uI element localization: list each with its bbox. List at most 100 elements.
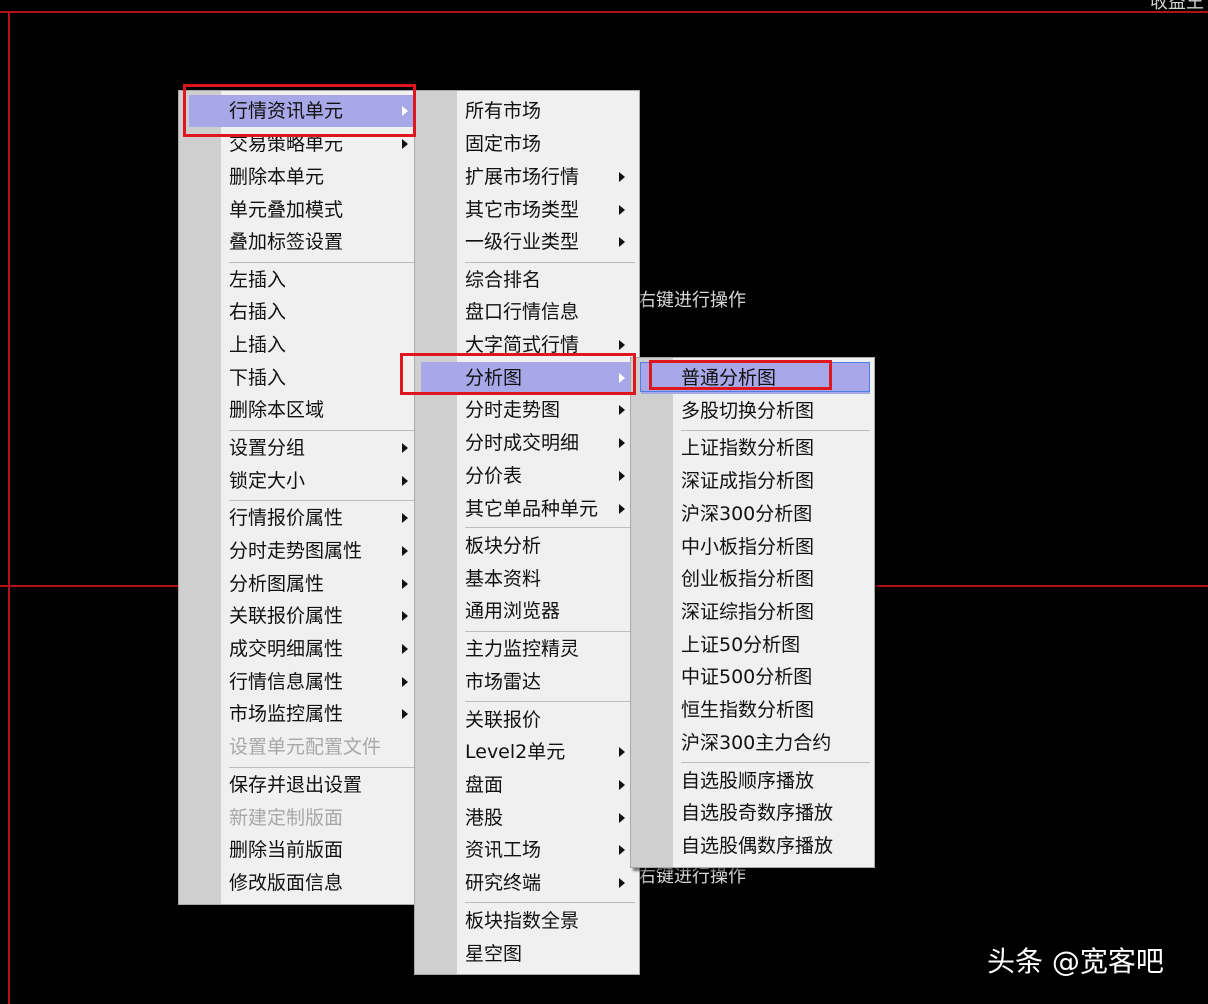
corner-label: 收益王 bbox=[1150, 0, 1204, 13]
menu-item-label: 盘口行情信息 bbox=[465, 301, 580, 323]
menu-item[interactable]: 固定市场 bbox=[415, 128, 639, 160]
submenu-analysis-chart: 普通分析图 多股切换分析图 上证指数分析图 深证成指分析图 沪深300分析图 中小板指分析… bbox=[630, 357, 875, 868]
menu-item[interactable]: 创业板指分析图 bbox=[631, 563, 874, 595]
menu-item[interactable]: 删除本区域 bbox=[179, 394, 422, 426]
menu-item[interactable]: 分时走势图 bbox=[415, 394, 639, 426]
menu-item[interactable]: 其它市场类型 bbox=[415, 194, 639, 226]
menu-item-label: 中证500分析图 bbox=[681, 666, 813, 688]
submenu-arrow-icon bbox=[619, 405, 625, 415]
grid-line-left bbox=[8, 11, 10, 1004]
menu-item[interactable]: 行情信息属性 bbox=[179, 666, 422, 698]
menu-item[interactable]: 删除当前版面 bbox=[179, 834, 422, 866]
menu-item[interactable]: 恒生指数分析图 bbox=[631, 694, 874, 726]
menu-item[interactable]: 深证综指分析图 bbox=[631, 596, 874, 628]
menu-item[interactable]: 一级行业类型 bbox=[415, 226, 639, 258]
menu-item-label: 分时成交明细 bbox=[465, 432, 580, 454]
menu-item[interactable]: 星空图 bbox=[415, 938, 639, 970]
menu-item[interactable]: 深证成指分析图 bbox=[631, 465, 874, 497]
menu-item[interactable]: 其它单品种单元 bbox=[415, 493, 639, 525]
menu-item[interactable]: 综合排名 bbox=[415, 264, 639, 296]
menu-item[interactable]: 分析图属性 bbox=[179, 568, 422, 600]
submenu-arrow-icon bbox=[402, 611, 408, 621]
menu-item[interactable]: 自选股顺序播放 bbox=[631, 765, 874, 797]
menu-item[interactable]: 通用浏览器 bbox=[415, 595, 639, 627]
menu-item[interactable]: 基本资料 bbox=[415, 563, 639, 595]
menu-item[interactable]: 锁定大小 bbox=[179, 465, 422, 497]
menu-item-label: 板块指数全景 bbox=[465, 910, 580, 932]
menu-item-label: 其它市场类型 bbox=[465, 199, 580, 221]
menu-item-label: 港股 bbox=[465, 807, 504, 829]
menu-item[interactable]: 删除本单元 bbox=[179, 161, 422, 193]
menu-item[interactable]: Level2单元 bbox=[415, 736, 639, 768]
menu-item[interactable]: 右插入 bbox=[179, 296, 422, 328]
menu-item[interactable]: 保存并退出设置 bbox=[179, 769, 422, 801]
menu-item-label: 资讯工场 bbox=[465, 839, 542, 861]
submenu-arrow-icon bbox=[619, 504, 625, 514]
menu-item-label: 分时走势图属性 bbox=[229, 540, 363, 562]
menu-item-label: 星空图 bbox=[465, 943, 523, 965]
menu-item[interactable]: 设置分组 bbox=[179, 432, 422, 464]
menu-item-label: 保存并退出设置 bbox=[229, 774, 363, 796]
menu-separator bbox=[465, 631, 635, 632]
menu-item-label: 删除本区域 bbox=[229, 399, 325, 421]
menu-item[interactable]: 多股切换分析图 bbox=[631, 395, 874, 427]
menu-item[interactable]: 上证50分析图 bbox=[631, 629, 874, 661]
menu-item[interactable]: 自选股偶数序播放 bbox=[631, 830, 874, 862]
menu-item-label: 自选股奇数序播放 bbox=[681, 802, 834, 824]
menu-item[interactable]: 行情报价属性 bbox=[179, 502, 422, 534]
menu-item[interactable]: 港股 bbox=[415, 802, 639, 834]
menu-item[interactable]: 板块分析 bbox=[415, 530, 639, 562]
menu-item[interactable]: 关联报价 bbox=[415, 704, 639, 736]
menu-item[interactable]: 研究终端 bbox=[415, 867, 639, 899]
menu-item[interactable]: 上证指数分析图 bbox=[631, 432, 874, 464]
menu-item[interactable]: 市场监控属性 bbox=[179, 698, 422, 730]
menu-item[interactable]: 上插入 bbox=[179, 329, 422, 361]
menu-item[interactable]: 自选股奇数序播放 bbox=[631, 797, 874, 829]
menu-item-label: 行情报价属性 bbox=[229, 507, 344, 529]
menu-item[interactable]: 扩展市场行情 bbox=[415, 161, 639, 193]
menu-item-label: 深证综指分析图 bbox=[681, 601, 815, 623]
menu-item[interactable]: 盘口行情信息 bbox=[415, 296, 639, 328]
submenu-arrow-icon bbox=[619, 878, 625, 888]
menu-item[interactable]: 分价表 bbox=[415, 460, 639, 492]
menu-item-label: 删除当前版面 bbox=[229, 839, 344, 861]
menu-item-label: 创业板指分析图 bbox=[681, 568, 815, 590]
menu-item[interactable]: 沪深300分析图 bbox=[631, 498, 874, 530]
menu-item[interactable]: 左插入 bbox=[179, 264, 422, 296]
menu-item-label: 上证指数分析图 bbox=[681, 437, 815, 459]
menu-item[interactable]: 单元叠加模式 bbox=[179, 194, 422, 226]
menu-item[interactable]: 资讯工场 bbox=[415, 834, 639, 866]
menu-item[interactable]: 中证500分析图 bbox=[631, 661, 874, 693]
menu-item[interactable]: 中小板指分析图 bbox=[631, 531, 874, 563]
menu-item[interactable]: 分时走势图属性 bbox=[179, 535, 422, 567]
submenu-arrow-icon bbox=[619, 471, 625, 481]
menu-item[interactable]: 下插入 bbox=[179, 362, 422, 394]
menu-item[interactable]: 叠加标签设置 bbox=[179, 226, 422, 258]
submenu-arrow-icon bbox=[619, 172, 625, 182]
menu-item[interactable]: 市场雷达 bbox=[415, 666, 639, 698]
menu-item-label: 设置单元配置文件 bbox=[229, 736, 382, 758]
menu-item-label: 所有市场 bbox=[465, 100, 542, 122]
menu-item-label: 关联报价属性 bbox=[229, 605, 344, 627]
menu-item[interactable]: 修改版面信息 bbox=[179, 867, 422, 899]
menu-item-label: 新建定制版面 bbox=[229, 807, 344, 829]
menu-item-label: 设置分组 bbox=[229, 437, 306, 459]
menu-item[interactable]: 设置单元配置文件 bbox=[179, 731, 422, 763]
menu-item[interactable]: 关联报价属性 bbox=[179, 600, 422, 632]
submenu-arrow-icon bbox=[619, 340, 625, 350]
submenu-arrow-icon bbox=[402, 709, 408, 719]
menu-item-label: 下插入 bbox=[229, 367, 287, 389]
menu-item[interactable]: 主力监控精灵 bbox=[415, 633, 639, 665]
menu-separator bbox=[229, 430, 418, 431]
menu-item[interactable]: 盘面 bbox=[415, 769, 639, 801]
menu-item[interactable]: 分时成交明细 bbox=[415, 427, 639, 459]
menu-item-label: 恒生指数分析图 bbox=[681, 699, 815, 721]
menu-item[interactable]: 所有市场 bbox=[415, 95, 639, 127]
menu-item[interactable]: 板块指数全景 bbox=[415, 905, 639, 937]
menu-item[interactable]: 成交明细属性 bbox=[179, 633, 422, 665]
menu-item[interactable]: 新建定制版面 bbox=[179, 802, 422, 834]
grid-line-top bbox=[0, 11, 1208, 13]
context-menu-main: 行情资讯单元 交易策略单元 删除本单元 单元叠加模式 叠加标签设置 左插入 右插入 上插入 下插… bbox=[178, 90, 423, 905]
menu-item-label: 主力监控精灵 bbox=[465, 638, 580, 660]
menu-item[interactable]: 沪深300主力合约 bbox=[631, 727, 874, 759]
